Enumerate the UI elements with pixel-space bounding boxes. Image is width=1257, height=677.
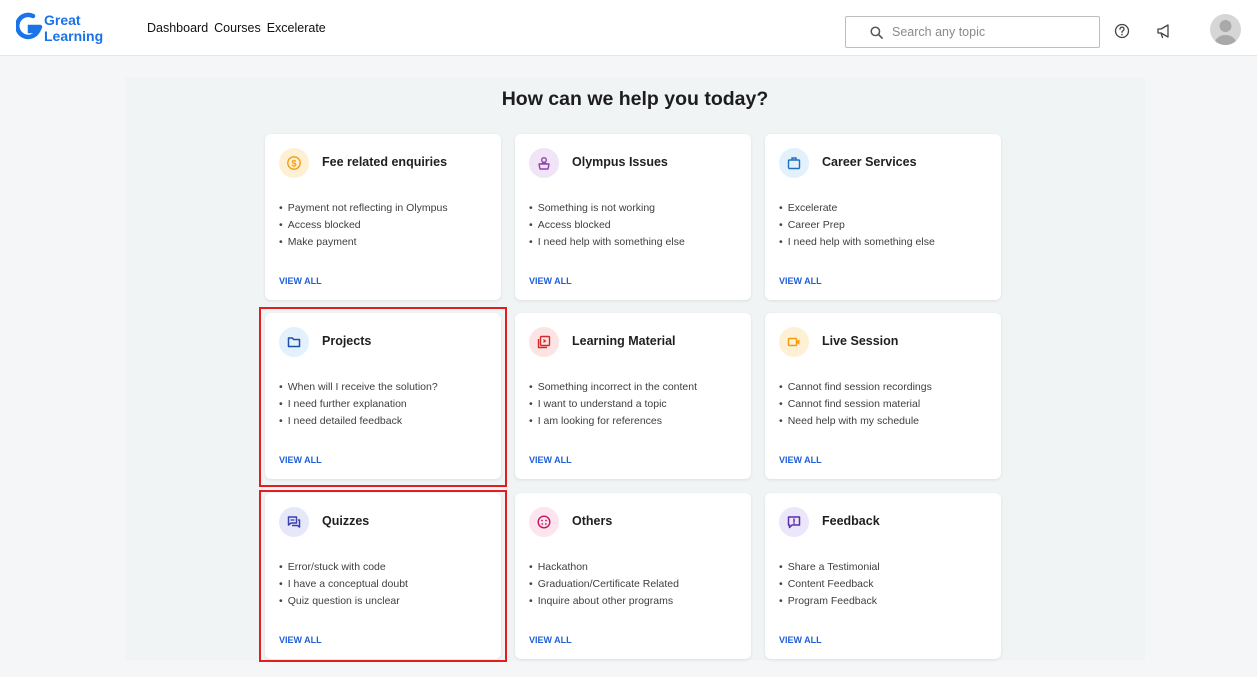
- nav-dashboard[interactable]: Dashboard: [147, 21, 208, 35]
- card-topic[interactable]: Inquire about other programs: [529, 593, 679, 610]
- card-topic[interactable]: I am looking for references: [529, 413, 697, 430]
- card-topics: Share a Testimonial Content Feedback Pro…: [779, 559, 880, 610]
- card-title: Feedback: [822, 514, 880, 528]
- main-nav: Dashboard Courses Excelerate: [147, 21, 326, 35]
- card-title: Fee related enquiries: [322, 155, 448, 169]
- search-box[interactable]: [845, 16, 1100, 48]
- card-topic[interactable]: Career Prep: [779, 217, 935, 234]
- card-title: Career Services: [822, 155, 917, 169]
- card-title: Live Session: [822, 334, 899, 348]
- card-career-services[interactable]: Career Services Excelerate Career Prep I…: [765, 134, 1001, 300]
- card-live-session[interactable]: Live Session Cannot find session recordi…: [765, 313, 1001, 479]
- card-topic[interactable]: Share a Testimonial: [779, 559, 880, 576]
- highlight-quizzes-card: [259, 490, 507, 662]
- card-topics: Hackathon Graduation/Certificate Related…: [529, 559, 679, 610]
- card-topic[interactable]: Access blocked: [279, 217, 448, 234]
- great-learning-logo[interactable]: Great Learning: [15, 11, 112, 45]
- card-topic[interactable]: I need help with something else: [779, 234, 935, 251]
- card-topic[interactable]: Cannot find session material: [779, 396, 932, 413]
- svg-text:Learning: Learning: [44, 28, 103, 44]
- card-olympus-issues[interactable]: Olympus Issues Something is not working …: [515, 134, 751, 300]
- card-topics: Something is not working Access blocked …: [529, 200, 685, 251]
- briefcase-icon: [779, 148, 809, 178]
- view-all-link[interactable]: VIEW ALL: [779, 635, 822, 645]
- svg-text:$: $: [291, 158, 296, 168]
- card-topics: Cannot find session recordings Cannot fi…: [779, 379, 932, 430]
- user-laptop-icon: [529, 148, 559, 178]
- card-topic[interactable]: Something incorrect in the content: [529, 379, 697, 396]
- card-topic[interactable]: Program Feedback: [779, 593, 880, 610]
- card-topic[interactable]: Access blocked: [529, 217, 685, 234]
- palette-icon: [529, 507, 559, 537]
- card-topic[interactable]: Content Feedback: [779, 576, 880, 593]
- view-all-link[interactable]: VIEW ALL: [279, 276, 322, 286]
- megaphone-icon[interactable]: [1156, 23, 1173, 44]
- card-topic[interactable]: Need help with my schedule: [779, 413, 932, 430]
- card-title: Learning Material: [572, 334, 676, 348]
- help-circle-icon[interactable]: [1114, 23, 1130, 44]
- card-topic[interactable]: I want to understand a topic: [529, 396, 697, 413]
- card-topic[interactable]: Make payment: [279, 234, 448, 251]
- card-topic[interactable]: Excelerate: [779, 200, 935, 217]
- card-topics: Something incorrect in the content I wan…: [529, 379, 697, 430]
- card-topic[interactable]: Graduation/Certificate Related: [529, 576, 679, 593]
- dollar-circle-icon: $: [279, 148, 309, 178]
- message-alert-icon: [779, 507, 809, 537]
- card-topic[interactable]: Payment not reflecting in Olympus: [279, 200, 448, 217]
- card-fee-enquiries[interactable]: $ Fee related enquiries Payment not refl…: [265, 134, 501, 300]
- view-all-link[interactable]: VIEW ALL: [529, 635, 572, 645]
- card-title: Olympus Issues: [572, 155, 668, 169]
- document-stack-icon: [529, 327, 559, 357]
- highlight-projects-card: [259, 307, 507, 487]
- card-topic[interactable]: Something is not working: [529, 200, 685, 217]
- top-header: Great Learning Dashboard Courses Exceler…: [0, 0, 1257, 56]
- nav-courses[interactable]: Courses: [214, 21, 261, 35]
- card-topics: Excelerate Career Prep I need help with …: [779, 200, 935, 251]
- page-heading: How can we help you today?: [501, 88, 769, 110]
- card-learning-material[interactable]: Learning Material Something incorrect in…: [515, 313, 751, 479]
- card-topic[interactable]: Hackathon: [529, 559, 679, 576]
- video-camera-icon: [779, 327, 809, 357]
- view-all-link[interactable]: VIEW ALL: [529, 455, 572, 465]
- view-all-link[interactable]: VIEW ALL: [779, 455, 822, 465]
- card-feedback[interactable]: Feedback Share a Testimonial Content Fee…: [765, 493, 1001, 659]
- search-input[interactable]: [892, 25, 1092, 39]
- card-topics: Payment not reflecting in Olympus Access…: [279, 200, 448, 251]
- card-title: Others: [572, 514, 613, 528]
- view-all-link[interactable]: VIEW ALL: [779, 276, 822, 286]
- user-avatar[interactable]: [1210, 14, 1241, 45]
- nav-excelerate[interactable]: Excelerate: [267, 21, 326, 35]
- card-topic[interactable]: Cannot find session recordings: [779, 379, 932, 396]
- view-all-link[interactable]: VIEW ALL: [529, 276, 572, 286]
- card-others[interactable]: Others Hackathon Graduation/Certificate …: [515, 493, 751, 659]
- svg-text:Great: Great: [44, 12, 81, 28]
- search-icon: [870, 25, 883, 39]
- card-topic[interactable]: I need help with something else: [529, 234, 685, 251]
